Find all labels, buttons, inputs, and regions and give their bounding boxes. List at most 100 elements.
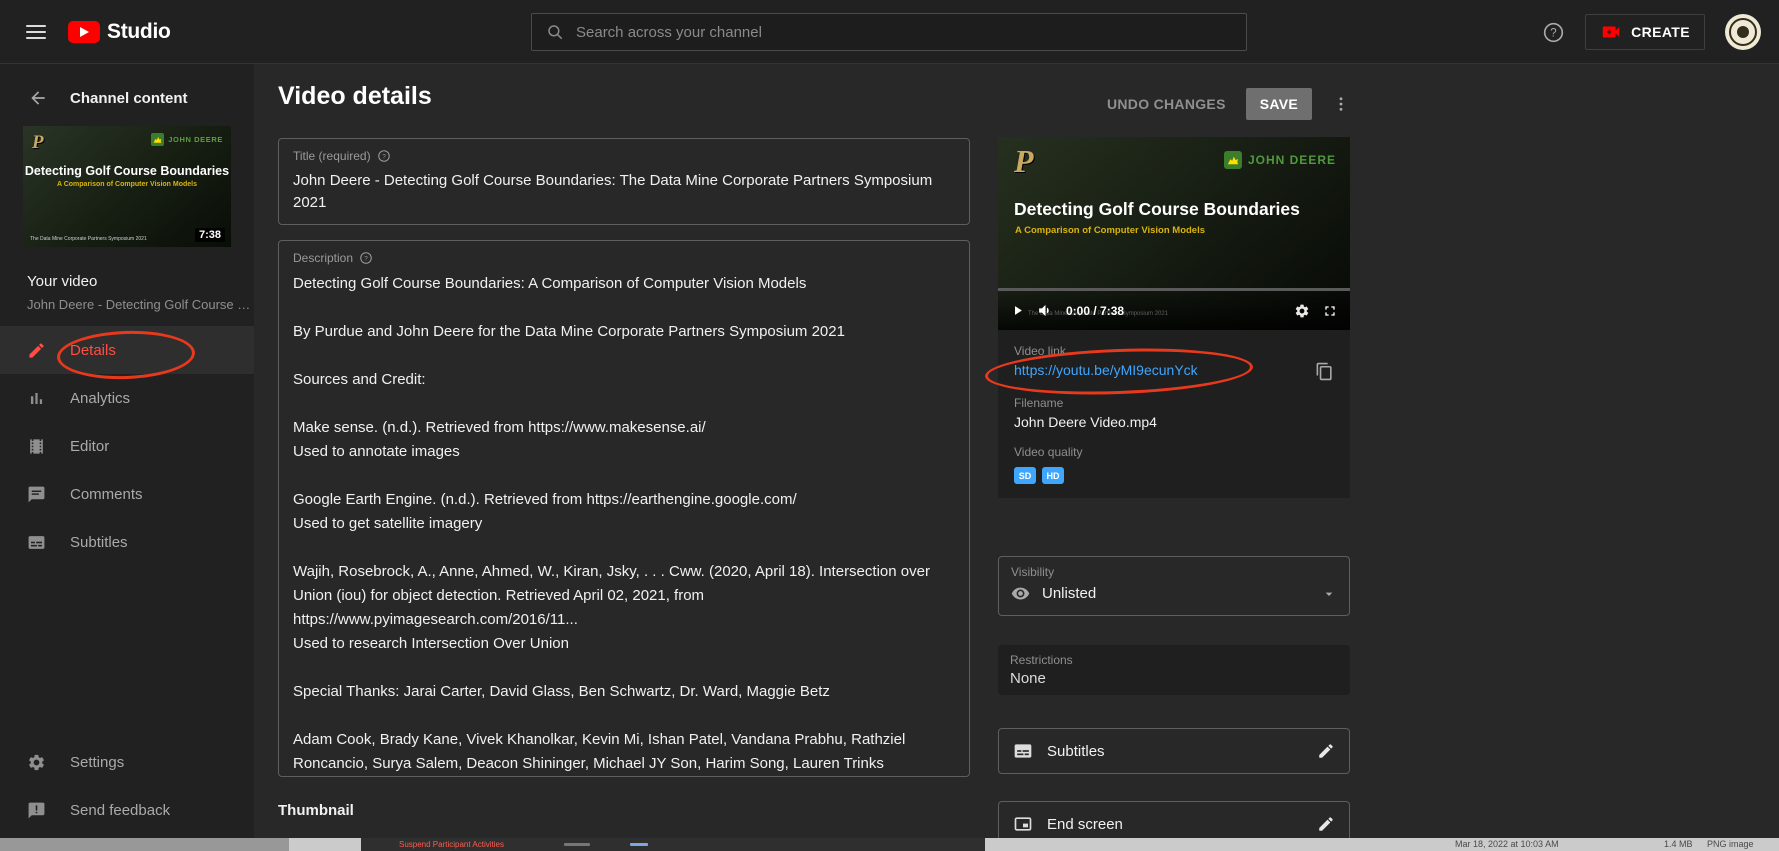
video-duration-badge: 7:38 — [195, 228, 225, 242]
video-player[interactable]: P JOHN DEERE Detecting Golf Course Bound… — [998, 137, 1350, 330]
eye-icon — [1011, 584, 1030, 603]
end-screen-card[interactable]: End screen — [998, 801, 1350, 838]
back-to-channel-content[interactable]: Channel content — [0, 64, 254, 126]
create-button[interactable]: CREATE — [1585, 14, 1705, 50]
strip-red-text: Suspend Participant Activities — [399, 840, 504, 849]
back-arrow-icon[interactable] — [28, 88, 48, 108]
more-options-button[interactable] — [1332, 95, 1350, 113]
sidebar-item-label: Settings — [70, 754, 124, 771]
sidebar-item-subtitles[interactable]: Subtitles — [0, 518, 254, 566]
undo-changes-button[interactable]: UNDO CHANGES — [1107, 96, 1226, 112]
comment-icon — [27, 485, 46, 504]
description-label-row: Description ? — [293, 251, 955, 265]
title-field-value[interactable]: John Deere - Detecting Golf Course Bound… — [293, 170, 955, 214]
video-link-label: Video link — [1014, 344, 1334, 358]
strip-segment-left — [0, 838, 289, 851]
hamburger-menu-button[interactable] — [26, 25, 46, 39]
visibility-value-row: Unlisted — [1011, 584, 1337, 603]
help-button[interactable]: ? — [1542, 21, 1565, 44]
back-label: Channel content — [70, 90, 188, 107]
pencil-icon — [27, 341, 46, 360]
subtitles-card-label: Subtitles — [1047, 743, 1105, 760]
filename-value: John Deere Video.mp4 — [1014, 414, 1334, 430]
sidebar-item-label: Details — [70, 342, 116, 359]
edit-subtitles-button[interactable] — [1317, 742, 1335, 760]
sidebar-item-details[interactable]: Details — [0, 326, 254, 374]
svg-text:?: ? — [382, 153, 386, 160]
title-label-row: Title (required) ? — [293, 149, 955, 163]
title-field[interactable]: Title (required) ? John Deere - Detectin… — [278, 138, 970, 225]
help-circle-icon[interactable]: ? — [377, 149, 391, 163]
player-settings-button[interactable] — [1294, 303, 1310, 319]
channel-search-box[interactable] — [531, 13, 1247, 51]
sidebar-item-editor[interactable]: Editor — [0, 422, 254, 470]
account-avatar[interactable] — [1725, 14, 1761, 50]
video-title-short: John Deere - Detecting Golf Course … — [27, 297, 254, 312]
description-field[interactable]: Description ? Detecting Golf Course Boun… — [278, 240, 970, 777]
deer-icon — [151, 133, 164, 146]
hamburger-line — [26, 31, 46, 33]
john-deere-wordmark: JOHN DEERE — [1248, 153, 1336, 167]
thumbnail-footer-text: The Data Mine Corporate Partners Symposi… — [30, 236, 147, 242]
edit-end-screen-button[interactable] — [1317, 815, 1335, 833]
file-date-text: Mar 18, 2022 at 10:03 AM — [1455, 838, 1559, 851]
end-screen-card-label: End screen — [1047, 816, 1123, 833]
restrictions-field[interactable]: Restrictions None — [998, 645, 1350, 695]
thumbnail-section-heading: Thumbnail — [278, 802, 354, 819]
sidebar-item-label: Send feedback — [70, 802, 170, 819]
hamburger-line — [26, 25, 46, 27]
play-button[interactable] — [1010, 303, 1025, 318]
visibility-select[interactable]: Visibility Unlisted — [998, 556, 1350, 616]
search-input[interactable] — [576, 24, 1232, 41]
header-actions: UNDO CHANGES SAVE — [1107, 88, 1350, 120]
player-controls: 0:00 / 7:38 — [998, 288, 1350, 330]
sidebar-item-comments[interactable]: Comments — [0, 470, 254, 518]
description-field-label: Description — [293, 251, 353, 265]
feedback-icon — [27, 801, 46, 820]
save-button[interactable]: SAVE — [1246, 88, 1312, 120]
main-content: Video details UNDO CHANGES SAVE Title (r… — [254, 64, 1779, 838]
john-deere-logo: JOHN DEERE — [1224, 151, 1336, 169]
search-icon — [546, 23, 564, 41]
sd-badge: SD — [1014, 467, 1036, 484]
filename-label: Filename — [1014, 396, 1334, 410]
sidebar-menu: Details Analytics Editor Comments — [0, 326, 254, 566]
description-field-value[interactable]: Detecting Golf Course Boundaries: A Comp… — [293, 272, 955, 776]
gear-icon — [27, 753, 46, 772]
sidebar-item-analytics[interactable]: Analytics — [0, 374, 254, 422]
help-circle-icon[interactable]: ? — [359, 251, 373, 265]
subtitles-card[interactable]: Subtitles — [998, 728, 1350, 774]
video-link[interactable]: https://youtu.be/yMI9ecunYck — [1014, 362, 1198, 378]
your-video-label: Your video — [27, 273, 254, 290]
thumbnail-title: Detecting Golf Course Boundaries — [23, 164, 231, 178]
end-screen-icon — [1013, 814, 1033, 834]
visibility-label: Visibility — [1011, 565, 1337, 579]
sidebar: Channel content P JOHN DEERE Detecting G… — [0, 64, 254, 838]
fullscreen-button[interactable] — [1322, 303, 1338, 319]
video-quality-label: Video quality — [1014, 445, 1334, 459]
purdue-seal-icon — [1729, 18, 1757, 46]
sidebar-item-send-feedback[interactable]: Send feedback — [0, 786, 254, 834]
chevron-down-icon[interactable] — [1321, 586, 1337, 602]
visibility-value: Unlisted — [1042, 585, 1096, 602]
create-button-label: CREATE — [1631, 24, 1690, 40]
sidebar-item-label: Comments — [70, 486, 143, 503]
bar-chart-icon — [27, 389, 46, 408]
john-deere-wordmark: JOHN DEERE — [168, 135, 223, 144]
sidebar-item-settings[interactable]: Settings — [0, 738, 254, 786]
video-thumbnail-preview: P JOHN DEERE Detecting Golf Course Bound… — [23, 126, 231, 247]
john-deere-logo: JOHN DEERE — [151, 133, 223, 146]
sidebar-item-label: Subtitles — [70, 534, 128, 551]
video-link-row: https://youtu.be/yMI9ecunYck — [1014, 362, 1334, 381]
background-window-strip: Suspend Participant Activities Mar 18, 2… — [0, 838, 1779, 851]
file-type-text: PNG image — [1707, 838, 1754, 851]
copy-link-button[interactable] — [1315, 362, 1334, 381]
create-camera-icon — [1600, 21, 1622, 43]
volume-button[interactable] — [1037, 302, 1054, 319]
quality-badges: SD HD — [1014, 467, 1334, 484]
subtitles-icon — [1013, 741, 1033, 761]
studio-logo[interactable]: Studio — [68, 20, 171, 44]
restrictions-label: Restrictions — [1010, 653, 1338, 667]
thumbnail-logos-row: P JOHN DEERE — [23, 126, 231, 152]
sidebar-footer: Settings Send feedback — [0, 738, 254, 834]
